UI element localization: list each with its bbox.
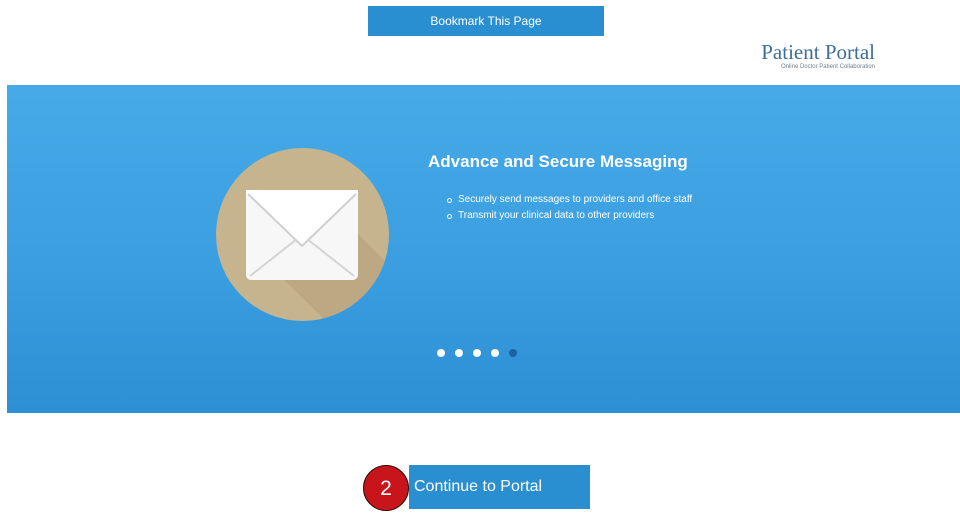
feature-item: Securely send messages to providers and … [443,192,692,208]
feature-item: Transmit your clinical data to other pro… [443,208,692,224]
feature-list: Securely send messages to providers and … [443,192,692,224]
page: Bookmark This Page Patient Portal Online… [0,0,960,518]
carousel-dot-1[interactable] [437,349,445,357]
carousel-dot-2[interactable] [455,349,463,357]
logo-title: Patient Portal [761,40,875,64]
envelope-icon [216,148,389,321]
carousel-dot-4[interactable] [491,349,499,357]
carousel-dot-5-active[interactable] [509,349,517,357]
patient-portal-logo: Patient Portal Online Doctor Patient Col… [745,41,875,71]
carousel-dot-3[interactable] [473,349,481,357]
bookmark-button[interactable]: Bookmark This Page [368,6,604,36]
slide-title: Advance and Secure Messaging [428,152,688,171]
feature-carousel: Advance and Secure Messaging Securely se… [7,85,960,413]
continue-to-portal-button[interactable]: Continue to Portal [409,465,590,509]
carousel-indicators [437,349,517,357]
logo-tagline: Online Doctor Patient Collaboration [780,64,875,70]
step-number-badge: 2 [363,465,409,511]
